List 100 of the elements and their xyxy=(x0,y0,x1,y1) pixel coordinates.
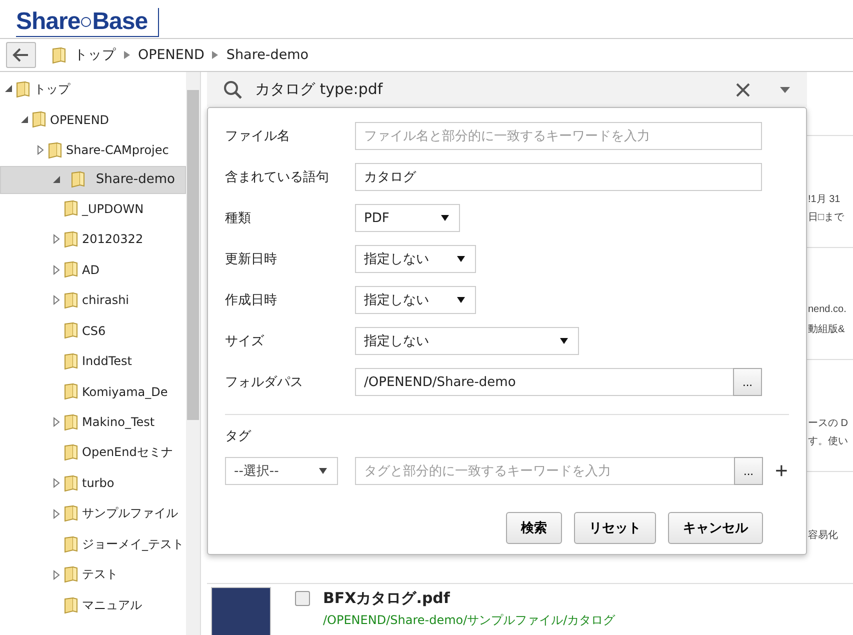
document-thumbnail xyxy=(211,587,271,635)
input-field[interactable]: タグと部分的に一致するキーワードを入力 xyxy=(355,457,735,485)
tree-item[interactable]: turbo xyxy=(0,468,186,498)
field-label: 作成日時 xyxy=(225,292,278,309)
folder-icon xyxy=(64,444,78,462)
folder-icon xyxy=(64,596,78,614)
field-label: 更新日時 xyxy=(225,251,278,268)
description-text: 容易化 xyxy=(808,528,839,543)
field-label: タグ xyxy=(225,428,252,445)
input-field[interactable]: カタログ xyxy=(355,163,762,191)
collapsed-triangle-icon[interactable] xyxy=(52,295,61,306)
input-field[interactable]: /OPENEND/Share-demo xyxy=(355,368,734,396)
description-text: 日□まで xyxy=(808,211,846,225)
collapsed-triangle-icon[interactable] xyxy=(52,264,61,275)
folder-icon xyxy=(64,200,78,218)
collapsed-triangle-icon[interactable] xyxy=(52,234,61,244)
add-button[interactable]: + xyxy=(775,460,788,482)
tree-item[interactable]: OPENEND xyxy=(0,104,186,135)
tree-item[interactable]: マニュアル xyxy=(0,590,186,620)
collapsed-triangle-icon[interactable] xyxy=(52,570,61,580)
dropdown[interactable]: 指定しない xyxy=(355,245,476,273)
folder-icon xyxy=(64,322,78,340)
tree-item[interactable]: InddTest xyxy=(0,346,186,376)
folder-icon xyxy=(64,383,78,400)
file-title[interactable]: BFXカタログ.pdf xyxy=(323,589,616,608)
scrollbar-thumb[interactable] xyxy=(187,90,199,420)
tree-item[interactable]: Share-demo xyxy=(0,166,186,194)
folder-icon xyxy=(64,352,78,370)
folder-icon xyxy=(52,46,66,64)
tree-item[interactable]: ジョーメイ_テスト xyxy=(0,529,186,560)
description-text: 動組版& xyxy=(808,323,846,337)
dialog-button[interactable]: キャンセル xyxy=(668,512,763,544)
collapsed-triangle-icon[interactable] xyxy=(52,417,61,428)
chevron-icon xyxy=(212,51,218,59)
description-text: す。使い xyxy=(808,435,849,449)
caret-icon xyxy=(457,256,465,262)
tree-item[interactable]: トップ xyxy=(0,74,186,104)
dropdown[interactable]: --選択-- xyxy=(225,457,338,485)
breadcrumb-link[interactable]: OPENEND xyxy=(138,47,204,63)
folder-icon xyxy=(48,142,62,159)
expanded-triangle-icon[interactable] xyxy=(52,174,61,184)
checkbox[interactable] xyxy=(295,591,310,606)
tree-item[interactable]: 20120322 xyxy=(0,224,186,254)
dropdown[interactable]: 指定しない xyxy=(355,327,579,355)
field-label: 含まれている語句 xyxy=(225,169,330,186)
expanded-triangle-icon[interactable] xyxy=(20,114,29,125)
tree-item[interactable]: AD xyxy=(0,254,186,285)
caret-icon[interactable] xyxy=(779,86,791,94)
folder-icon xyxy=(16,80,30,98)
folder-icon xyxy=(64,230,78,248)
search-query[interactable]: カタログ type:pdf xyxy=(255,80,723,99)
description-text: ースの D xyxy=(808,417,849,431)
input-field[interactable]: ファイル名と部分的に一致するキーワードを入力 xyxy=(355,122,762,150)
folder-icon xyxy=(64,474,78,492)
tree-item[interactable]: サンプルファイル xyxy=(0,498,186,529)
folder-icon xyxy=(64,536,78,553)
folder-path-link[interactable]: /OPENEND/Share-demo/サンプルファイル/カタログ xyxy=(323,612,616,629)
description-text: nend.co. xyxy=(808,304,848,317)
collapsed-triangle-icon[interactable] xyxy=(36,145,45,156)
tree-item[interactable]: OpenEndセミナ xyxy=(0,438,186,468)
field-label: ファイル名 xyxy=(225,128,291,145)
breadcrumb-link[interactable]: トップ xyxy=(74,46,116,64)
breadcrumb-link[interactable]: Share-demo xyxy=(226,47,309,63)
tree-item[interactable]: Makino_Test xyxy=(0,407,186,438)
tree-item[interactable]: テスト xyxy=(0,560,186,590)
dropdown[interactable]: PDF xyxy=(355,204,460,232)
collapsed-triangle-icon[interactable] xyxy=(52,478,61,488)
tree-item[interactable]: Komiyama_De xyxy=(0,376,186,407)
collapsed-triangle-icon[interactable] xyxy=(52,508,61,519)
tree-item[interactable]: Share-CAMprojec xyxy=(0,135,186,166)
caret-icon xyxy=(441,215,449,221)
search-icon xyxy=(223,80,243,100)
chevron-icon xyxy=(124,51,130,59)
tree-item[interactable]: chirashi xyxy=(0,285,186,316)
close-icon[interactable] xyxy=(735,82,751,98)
scrollbar[interactable] xyxy=(186,72,200,635)
caret-icon xyxy=(319,468,327,474)
dialog-button[interactable]: リセット xyxy=(574,512,656,544)
logo: Share Base xyxy=(16,8,159,37)
back-arrow-icon xyxy=(12,47,30,63)
dialog-button[interactable]: 検索 xyxy=(506,512,562,544)
tree-item[interactable]: CS6 xyxy=(0,316,186,346)
caret-icon xyxy=(560,338,568,344)
description-text: !1月 31 xyxy=(808,193,842,207)
folder-icon xyxy=(70,171,85,188)
browse-button[interactable]: ... xyxy=(734,457,763,485)
dropdown[interactable]: 指定しない xyxy=(355,286,476,314)
back-button[interactable] xyxy=(6,42,36,68)
caret-icon xyxy=(457,297,465,303)
field-label: サイズ xyxy=(225,333,265,350)
folder-icon xyxy=(32,111,46,128)
folder-icon xyxy=(64,505,78,522)
field-label: 種類 xyxy=(225,210,252,227)
browse-button[interactable]: ... xyxy=(733,368,762,396)
field-label: フォルダパス xyxy=(225,374,304,391)
folder-icon xyxy=(64,292,78,309)
folder-icon xyxy=(64,261,78,278)
folder-icon xyxy=(64,414,78,431)
tree-item[interactable]: _UPDOWN xyxy=(0,194,186,224)
expanded-triangle-icon[interactable] xyxy=(4,84,13,94)
